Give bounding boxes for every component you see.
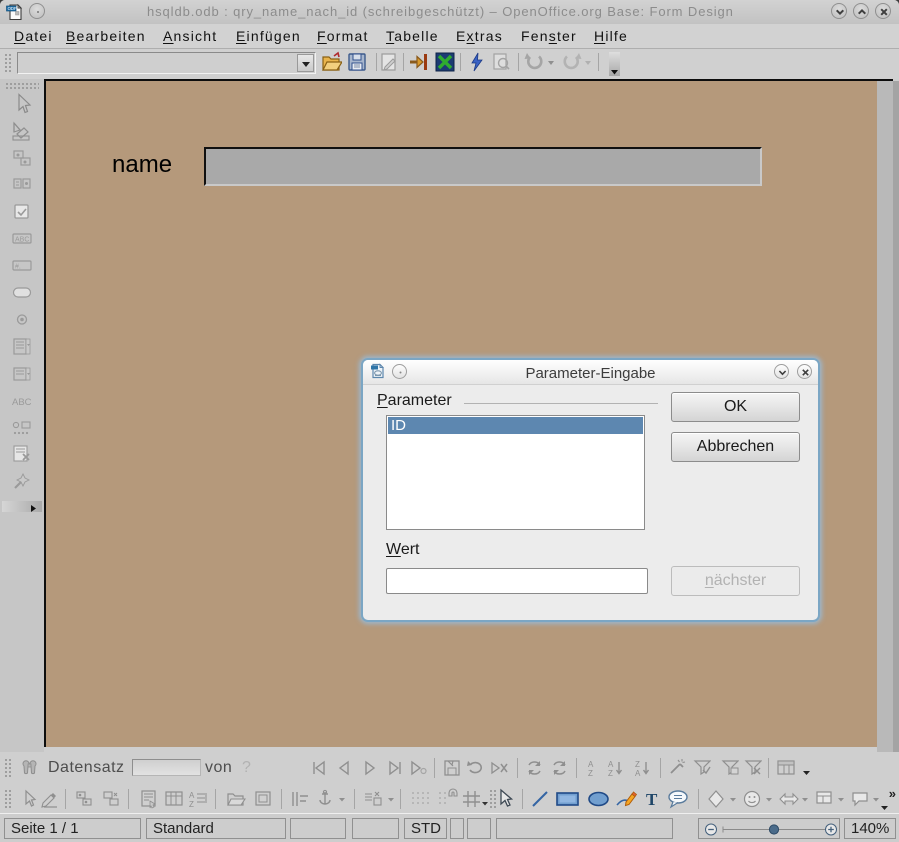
svg-text:#.: #.	[15, 264, 21, 271]
svg-text:A: A	[189, 791, 195, 800]
svg-text:A: A	[635, 769, 641, 778]
svg-text:ABC: ABC	[12, 397, 32, 408]
svg-text:ABC: ABC	[15, 237, 29, 244]
svg-text:ODF: ODF	[8, 6, 17, 11]
svg-text:Z: Z	[608, 769, 613, 778]
svg-text:Z: Z	[189, 800, 194, 809]
svg-text:A: A	[588, 760, 594, 769]
svg-text:Z: Z	[635, 760, 640, 769]
svg-text:Z: Z	[588, 769, 593, 778]
svg-text:A: A	[608, 760, 614, 769]
svg-text:T: T	[646, 790, 658, 809]
